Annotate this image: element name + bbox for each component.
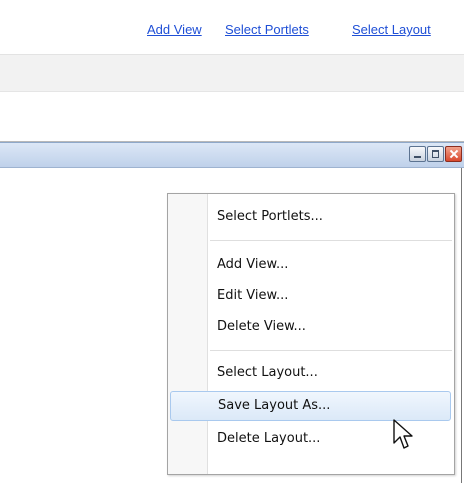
pointer-arrow-cursor xyxy=(393,419,413,449)
menu-item-delete-view[interactable]: Delete View... xyxy=(168,312,454,342)
minimize-icon[interactable] xyxy=(409,146,426,162)
menu-item-select-layout[interactable]: Select Layout... xyxy=(168,358,454,388)
portal-page: Add View Select Portlets Select Layout S… xyxy=(0,0,464,483)
maximize-icon[interactable] xyxy=(427,146,444,162)
top-link-bar: Add View Select Portlets Select Layout xyxy=(0,0,464,54)
content-border xyxy=(461,168,462,483)
menu-item-select-portlets[interactable]: Select Portlets... xyxy=(168,202,454,232)
context-menu: Select Portlets... Add View... Edit View… xyxy=(167,193,455,475)
menu-item-add-view[interactable]: Add View... xyxy=(168,250,454,280)
add-view-link[interactable]: Add View xyxy=(147,22,202,37)
select-portlets-link[interactable]: Select Portlets xyxy=(225,22,309,37)
header-strip xyxy=(0,92,464,142)
portlet-titlebar xyxy=(0,142,464,168)
menu-separator xyxy=(210,240,452,242)
window-controls xyxy=(409,146,462,162)
menu-item-save-layout-as[interactable]: Save Layout As... xyxy=(170,391,451,421)
menu-item-edit-view[interactable]: Edit View... xyxy=(168,281,454,311)
toolbar-area xyxy=(0,54,464,92)
select-layout-link[interactable]: Select Layout xyxy=(352,22,431,37)
menu-separator xyxy=(210,350,452,352)
close-icon[interactable] xyxy=(445,146,462,162)
